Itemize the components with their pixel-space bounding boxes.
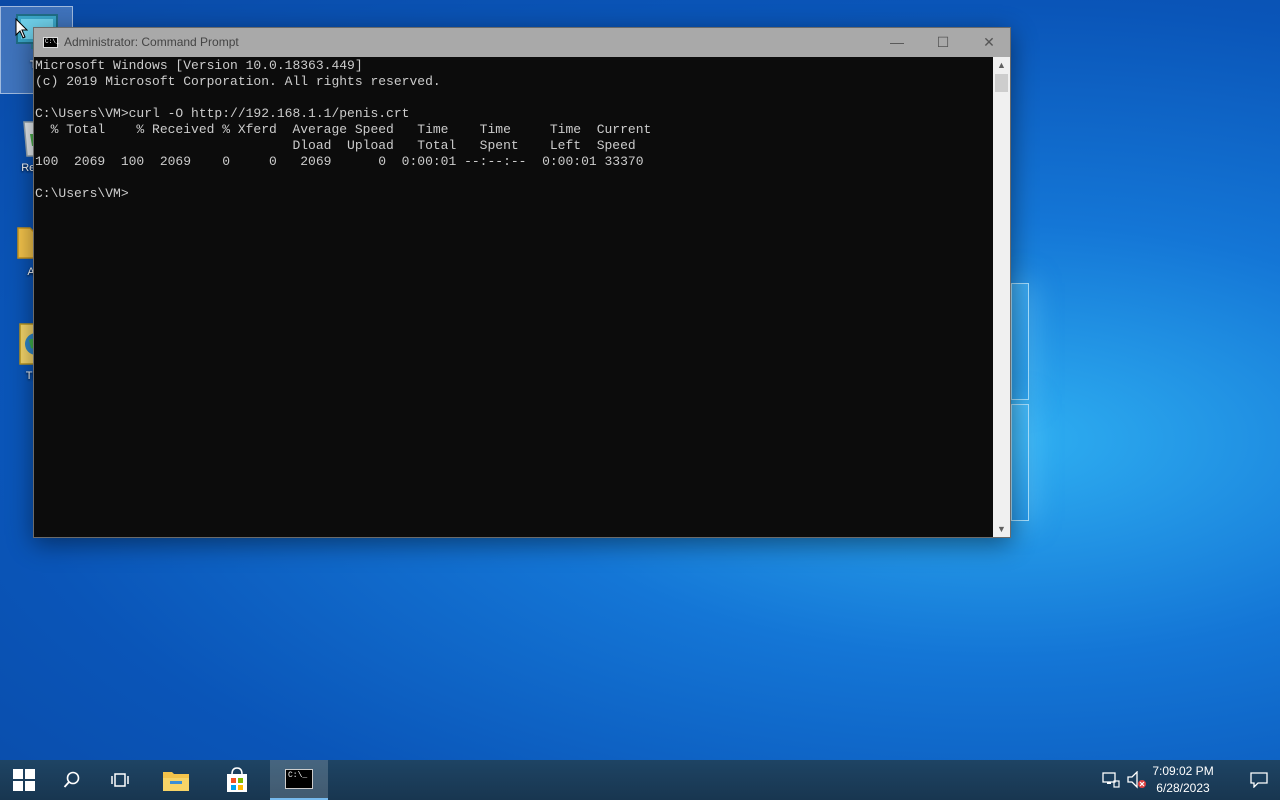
console-prompt-line[interactable]: C:\Users\VM>	[35, 186, 129, 201]
store-bag-icon	[227, 767, 247, 792]
console-line: % Total % Received % Xferd Average Speed…	[35, 122, 652, 137]
console-line: Microsoft Windows [Version 10.0.18363.44…	[35, 58, 363, 73]
maximize-button[interactable]: ☐	[920, 28, 966, 57]
console-line: 100 2069 100 2069 0 0 2069 0 0:00:01 --:…	[35, 154, 644, 169]
taskbar: C:\_ 7:09:02 PM 6/28/2023	[0, 760, 1280, 800]
cmd-app-icon: C:\_	[43, 37, 59, 48]
network-icon[interactable]	[1102, 772, 1120, 788]
search-icon	[63, 771, 80, 788]
scroll-up-arrow-icon[interactable]: ▲	[993, 57, 1010, 73]
console-output[interactable]: Microsoft Windows [Version 10.0.18363.44…	[34, 57, 994, 537]
console-line: C:\Users\VM>curl -O http://192.168.1.1/p…	[35, 106, 410, 121]
windows-start-icon	[13, 769, 35, 791]
task-view-button[interactable]	[96, 760, 144, 800]
scrollbar-thumb[interactable]	[995, 74, 1008, 92]
wallpaper-logo-pane	[1011, 404, 1029, 521]
task-view-icon	[111, 773, 129, 787]
action-center-icon[interactable]	[1250, 772, 1268, 788]
clock-time: 7:09:02 PM	[1152, 764, 1214, 778]
system-tray: 7:09:02 PM 6/28/2023	[1090, 760, 1280, 800]
cmd-taskbar-icon: C:\_	[285, 769, 313, 789]
microsoft-store-button[interactable]	[213, 760, 261, 800]
scroll-down-arrow-icon[interactable]: ▼	[993, 521, 1010, 537]
console-line: Dload Upload Total Spent Left Speed	[35, 138, 636, 153]
file-explorer-button[interactable]	[152, 760, 200, 800]
cmd-taskbar-button[interactable]: C:\_	[270, 760, 328, 800]
window-titlebar[interactable]: C:\_ Administrator: Command Prompt — ☐ ✕	[34, 28, 1010, 57]
close-button[interactable]: ✕	[966, 28, 1012, 57]
start-button[interactable]	[0, 760, 48, 800]
console-line: (c) 2019 Microsoft Corporation. All righ…	[35, 74, 441, 89]
wallpaper-logo-pane	[1011, 283, 1029, 400]
clock[interactable]: 7:09:02 PM 6/28/2023	[1143, 763, 1223, 797]
folder-icon	[163, 772, 189, 791]
window-title: Administrator: Command Prompt	[64, 35, 239, 49]
mouse-cursor-icon	[15, 18, 29, 39]
command-prompt-window[interactable]: C:\_ Administrator: Command Prompt — ☐ ✕…	[33, 27, 1011, 538]
minimize-button[interactable]: —	[874, 28, 920, 57]
search-button[interactable]	[48, 760, 96, 800]
clock-date: 6/28/2023	[1156, 781, 1210, 795]
vertical-scrollbar[interactable]: ▲ ▼	[993, 57, 1010, 537]
